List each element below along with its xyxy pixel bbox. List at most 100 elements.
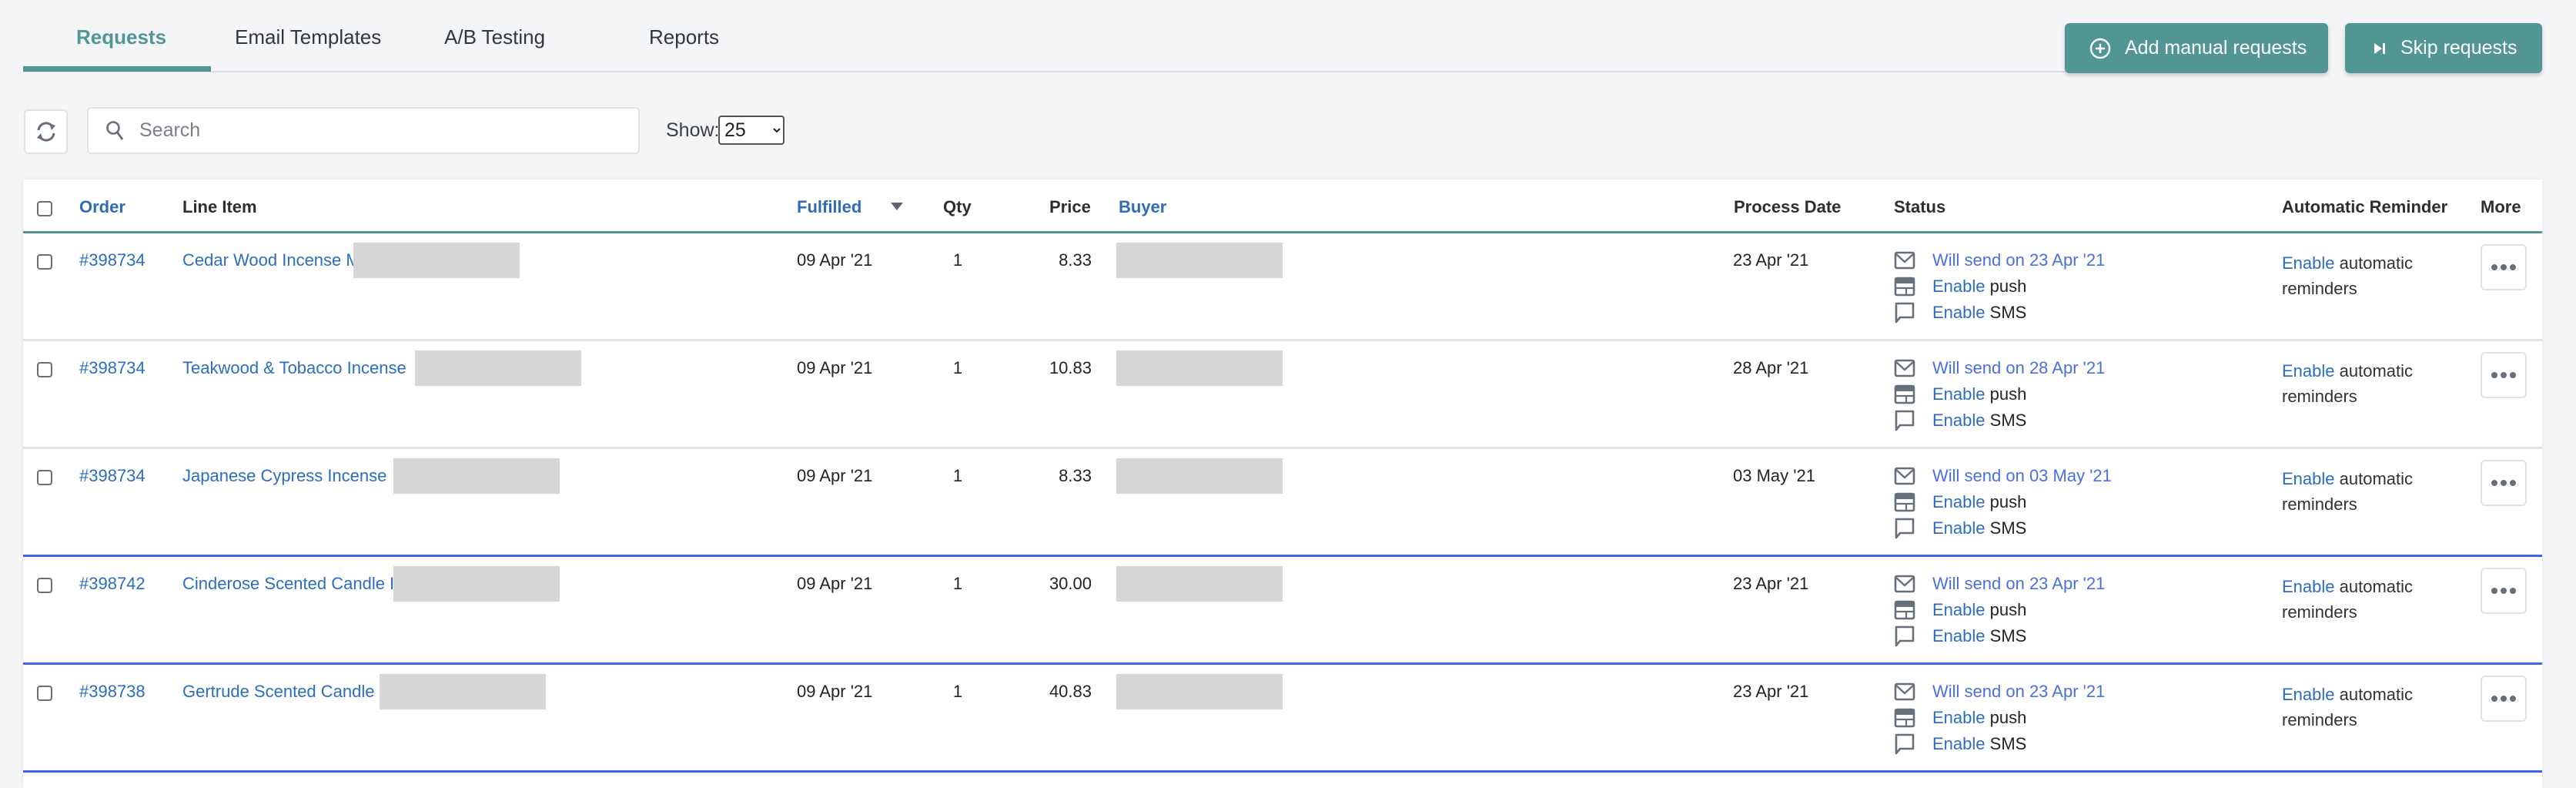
price-value: 8.33 xyxy=(1059,250,1092,270)
search-field[interactable] xyxy=(87,107,640,154)
table-row: #398742 Cinderose Scented Candle I 09 Ap… xyxy=(23,557,2542,665)
show-label: Show: xyxy=(666,119,720,141)
row-checkbox[interactable] xyxy=(37,470,52,485)
buyer-redacted xyxy=(1116,674,1283,709)
automatic-reminder: Enable automatic reminders xyxy=(2282,682,2451,733)
sms-status: Enable SMS xyxy=(1894,625,2026,648)
line-item-link[interactable]: Japanese Cypress Incense xyxy=(182,466,386,486)
push-notification-icon xyxy=(1894,383,1919,406)
more-actions-button[interactable] xyxy=(2481,352,2527,398)
tab-ab-testing[interactable]: A/B Testing xyxy=(444,23,545,51)
enable-reminder-link[interactable]: Enable xyxy=(2282,361,2335,381)
sms-label: SMS xyxy=(1989,734,2027,753)
more-actions-button[interactable] xyxy=(2481,568,2527,614)
column-header-more: More xyxy=(2481,197,2521,216)
sms-chat-icon xyxy=(1894,409,1919,432)
row-checkbox[interactable] xyxy=(37,254,52,270)
more-actions-button[interactable] xyxy=(2481,244,2527,290)
column-header-qty: Qty xyxy=(943,197,972,216)
push-status: Enable push xyxy=(1894,383,2026,406)
line-item-link[interactable]: Cinderose Scented Candle I xyxy=(182,574,394,594)
envelope-icon xyxy=(1894,464,1919,488)
enable-push-link[interactable]: Enable xyxy=(1932,492,1986,512)
sms-label: SMS xyxy=(1989,518,2027,538)
refresh-button[interactable] xyxy=(24,109,68,154)
email-status: Will send on 23 Apr '21 xyxy=(1894,572,2105,595)
refresh-icon xyxy=(33,119,59,145)
row-checkbox[interactable] xyxy=(37,686,52,701)
add-manual-requests-button[interactable]: Add manual requests xyxy=(2065,23,2328,73)
enable-push-link[interactable]: Enable xyxy=(1932,277,1986,297)
search-input[interactable] xyxy=(138,119,603,143)
price-value: 30.00 xyxy=(1049,574,1092,593)
order-link[interactable]: #398734 xyxy=(79,358,146,378)
enable-reminder-link[interactable]: Enable xyxy=(2282,469,2335,488)
fulfilled-date: 09 Apr '21 xyxy=(797,466,873,485)
enable-reminder-link[interactable]: Enable xyxy=(2282,685,2335,704)
table-row: #398734 Teakwood & Tobacco Incense 09 Ap… xyxy=(23,341,2542,449)
row-checkbox[interactable] xyxy=(37,578,52,593)
enable-sms-link[interactable]: Enable xyxy=(1932,518,1986,538)
tab-reports[interactable]: Reports xyxy=(649,23,719,51)
process-date: 03 May '21 xyxy=(1733,466,1815,485)
email-status-link[interactable]: Will send on 23 Apr '21 xyxy=(1932,250,2105,270)
ellipsis-icon xyxy=(2491,372,2516,378)
push-status: Enable push xyxy=(1894,599,2026,622)
enable-push-link[interactable]: Enable xyxy=(1932,384,1986,404)
column-header-order[interactable]: Order xyxy=(79,197,125,217)
plus-circle-icon xyxy=(2089,38,2111,59)
row-divider xyxy=(23,770,2542,773)
push-label: push xyxy=(1989,384,2027,404)
enable-reminder-link[interactable]: Enable xyxy=(2282,577,2335,596)
tab-email-templates[interactable]: Email Templates xyxy=(235,23,381,51)
qty-value: 1 xyxy=(952,250,963,270)
line-item-redacted xyxy=(353,243,520,278)
order-link[interactable]: #398742 xyxy=(79,574,146,594)
fulfilled-date: 09 Apr '21 xyxy=(797,250,873,270)
column-header-line-item: Line Item xyxy=(182,197,257,216)
line-item-link[interactable]: Gertrude Scented Candle xyxy=(182,682,375,702)
enable-sms-link[interactable]: Enable xyxy=(1932,626,1986,646)
email-status-link[interactable]: Will send on 23 Apr '21 xyxy=(1932,574,2105,594)
push-label: push xyxy=(1989,708,2027,727)
sms-status: Enable SMS xyxy=(1894,733,2026,756)
skip-requests-button[interactable]: Skip requests xyxy=(2345,23,2542,73)
line-item-link[interactable]: Teakwood & Tobacco Incense xyxy=(182,358,406,378)
more-actions-button[interactable] xyxy=(2481,676,2527,722)
line-item-link[interactable]: Cedar Wood Incense M xyxy=(182,250,360,270)
email-status-link[interactable]: Will send on 03 May '21 xyxy=(1932,466,2112,486)
sms-chat-icon xyxy=(1894,301,1919,324)
more-actions-button[interactable] xyxy=(2481,460,2527,506)
column-header-fulfilled[interactable]: Fulfilled xyxy=(797,197,861,217)
enable-sms-link[interactable]: Enable xyxy=(1932,303,1986,323)
page-size-select[interactable]: 25 xyxy=(718,116,785,145)
order-link[interactable]: #398734 xyxy=(79,466,146,486)
column-header-buyer[interactable]: Buyer xyxy=(1119,197,1166,217)
enable-sms-link[interactable]: Enable xyxy=(1932,734,1986,754)
enable-push-link[interactable]: Enable xyxy=(1932,708,1986,728)
select-all-checkbox[interactable] xyxy=(37,201,52,216)
sms-status: Enable SMS xyxy=(1894,517,2026,540)
active-tab-indicator xyxy=(23,66,211,72)
fulfilled-date: 09 Apr '21 xyxy=(797,358,873,377)
email-status: Will send on 28 Apr '21 xyxy=(1894,357,2105,380)
push-status: Enable push xyxy=(1894,275,2026,298)
fulfilled-date: 09 Apr '21 xyxy=(797,574,873,593)
sort-descending-icon[interactable] xyxy=(891,203,903,210)
enable-push-link[interactable]: Enable xyxy=(1932,600,1986,620)
order-link[interactable]: #398738 xyxy=(79,682,146,702)
enable-reminder-link[interactable]: Enable xyxy=(2282,253,2335,273)
order-link[interactable]: #398734 xyxy=(79,250,146,270)
row-checkbox[interactable] xyxy=(37,362,52,377)
qty-value: 1 xyxy=(952,358,963,377)
automatic-reminder: Enable automatic reminders xyxy=(2282,466,2451,517)
email-status-link[interactable]: Will send on 23 Apr '21 xyxy=(1932,682,2105,702)
qty-value: 1 xyxy=(952,574,963,593)
table-row: #398734 Cedar Wood Incense M 09 Apr '21 … xyxy=(23,233,2542,341)
tab-requests[interactable]: Requests xyxy=(76,23,166,51)
line-item-redacted xyxy=(393,566,560,602)
push-notification-icon xyxy=(1894,275,1919,298)
column-header-status: Status xyxy=(1894,197,1946,216)
email-status-link[interactable]: Will send on 28 Apr '21 xyxy=(1932,358,2105,378)
enable-sms-link[interactable]: Enable xyxy=(1932,411,1986,431)
